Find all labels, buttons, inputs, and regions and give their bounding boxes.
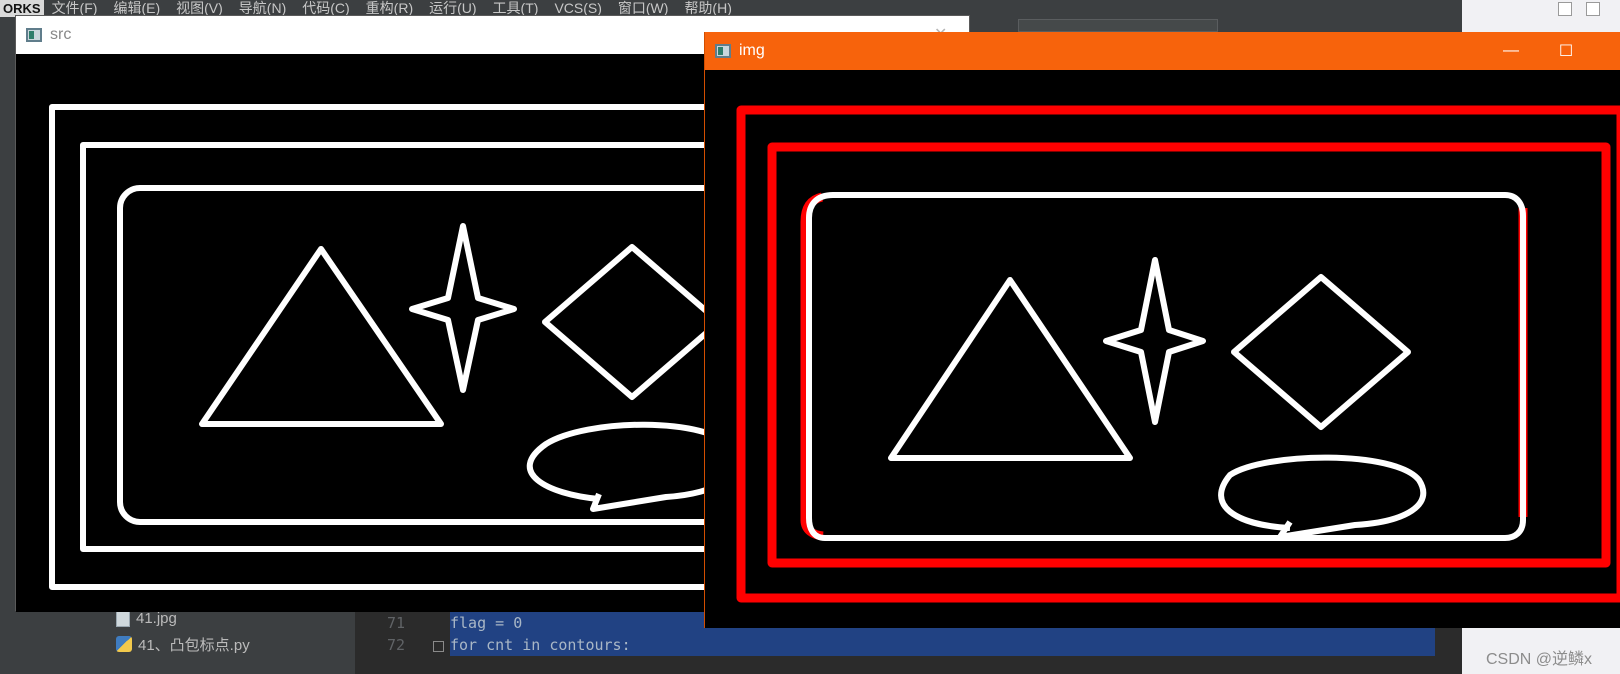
image-file-icon [116,609,130,627]
fold-toggle-icon[interactable] [433,641,444,652]
img-titlebar[interactable]: img — ☐ [705,32,1620,70]
layout-icon[interactable] [1558,2,1572,16]
run-config-selector[interactable] [1018,19,1218,32]
opencv-window-icon [26,28,42,42]
tree-item-label: 41、凸包标点.py [138,636,250,654]
watermark: CSDN @逆鳞x [1486,651,1593,668]
tree-item-convex-hull-py[interactable]: 41、凸包标点.py [116,633,250,655]
maximize-icon[interactable]: ☐ [1543,32,1589,70]
tree-item-label: 41.jpg [136,609,177,627]
window-title: img [739,42,765,59]
img-image-canvas [705,70,1620,628]
line-number: 71 [386,614,405,632]
line-number: 72 [386,636,405,654]
layout-icon[interactable] [1586,2,1600,16]
code-line[interactable]: for cnt in contours: [450,636,631,654]
opencv-window-icon [715,44,731,58]
window-title: src [50,26,72,43]
python-file-icon [116,636,132,652]
code-line[interactable]: flag = 0 [450,614,522,632]
img-image [705,70,1620,628]
minimize-icon[interactable]: — [1488,32,1534,70]
img-window[interactable]: img — ☐ [704,32,1620,628]
